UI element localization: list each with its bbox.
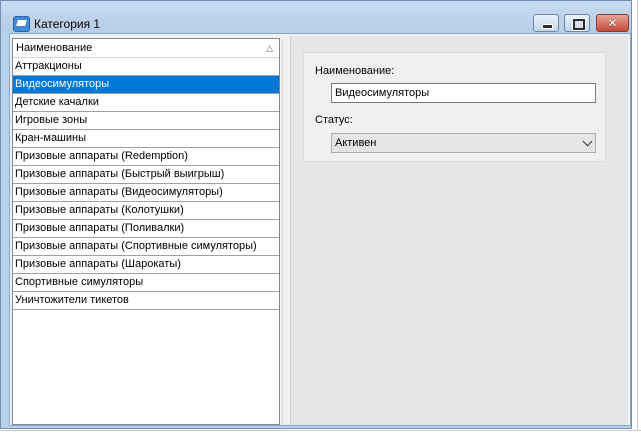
window-client-area: Наименование △ Аттракционы Видеосимулятор…: [9, 33, 631, 426]
list-item[interactable]: Призовые аппараты (Поливалки): [13, 220, 279, 238]
list-item[interactable]: Призовые аппараты (Быстрый выигрыш): [13, 166, 279, 184]
name-input[interactable]: Видеосимуляторы: [331, 83, 596, 103]
window-title: Категория 1: [34, 17, 101, 31]
detail-group: Наименование: Видеосимуляторы Статус: Ак…: [303, 52, 606, 162]
list-item[interactable]: Видеосимуляторы: [13, 76, 279, 94]
list-item[interactable]: Игровые зоны: [13, 112, 279, 130]
panel-splitter[interactable]: [282, 38, 289, 425]
status-select[interactable]: Активен: [331, 133, 596, 153]
minimize-button[interactable]: [533, 14, 559, 32]
list-item[interactable]: Уничтожители тикетов: [13, 292, 279, 310]
title-bar[interactable]: Категория 1 ✕: [1, 1, 631, 33]
close-button[interactable]: ✕: [596, 14, 629, 32]
maximize-button[interactable]: [564, 14, 590, 32]
list-item[interactable]: Кран-машины: [13, 130, 279, 148]
list-rows: Аттракционы Видеосимуляторы Детские качалк…: [13, 58, 279, 310]
maximize-icon: [573, 19, 585, 30]
chevron-down-icon: [582, 136, 593, 147]
list-item[interactable]: Призовые аппараты (Redemption): [13, 148, 279, 166]
list-item[interactable]: Призовые аппараты (Видеосимуляторы): [13, 184, 279, 202]
minimize-icon: [542, 24, 553, 29]
column-header-label: Наименование: [16, 42, 93, 54]
close-icon: ✕: [607, 16, 618, 30]
app-window-icon: [13, 16, 30, 32]
sort-ascending-icon: △: [266, 43, 273, 53]
list-item[interactable]: Призовые аппараты (Колотушки): [13, 202, 279, 220]
list-item[interactable]: Аттракционы: [13, 58, 279, 76]
background-gridline: [637, 0, 638, 436]
category-window: Категория 1 ✕ Наименование △ Аттракционы…: [0, 0, 632, 429]
detail-panel: Наименование: Видеосимуляторы Статус: Ак…: [290, 36, 628, 425]
status-label: Статус:: [315, 114, 353, 126]
list-column-header[interactable]: Наименование △: [13, 39, 279, 58]
list-item[interactable]: Спортивные симуляторы: [13, 274, 279, 292]
status-select-value: Активен: [335, 137, 377, 149]
list-item[interactable]: Детские качалки: [13, 94, 279, 112]
list-item[interactable]: Призовые аппараты (Спортивные симуляторы…: [13, 238, 279, 256]
name-label: Наименование:: [315, 65, 395, 77]
list-item[interactable]: Призовые аппараты (Шарокаты): [13, 256, 279, 274]
category-list[interactable]: Наименование △ Аттракционы Видеосимулятор…: [12, 38, 280, 425]
